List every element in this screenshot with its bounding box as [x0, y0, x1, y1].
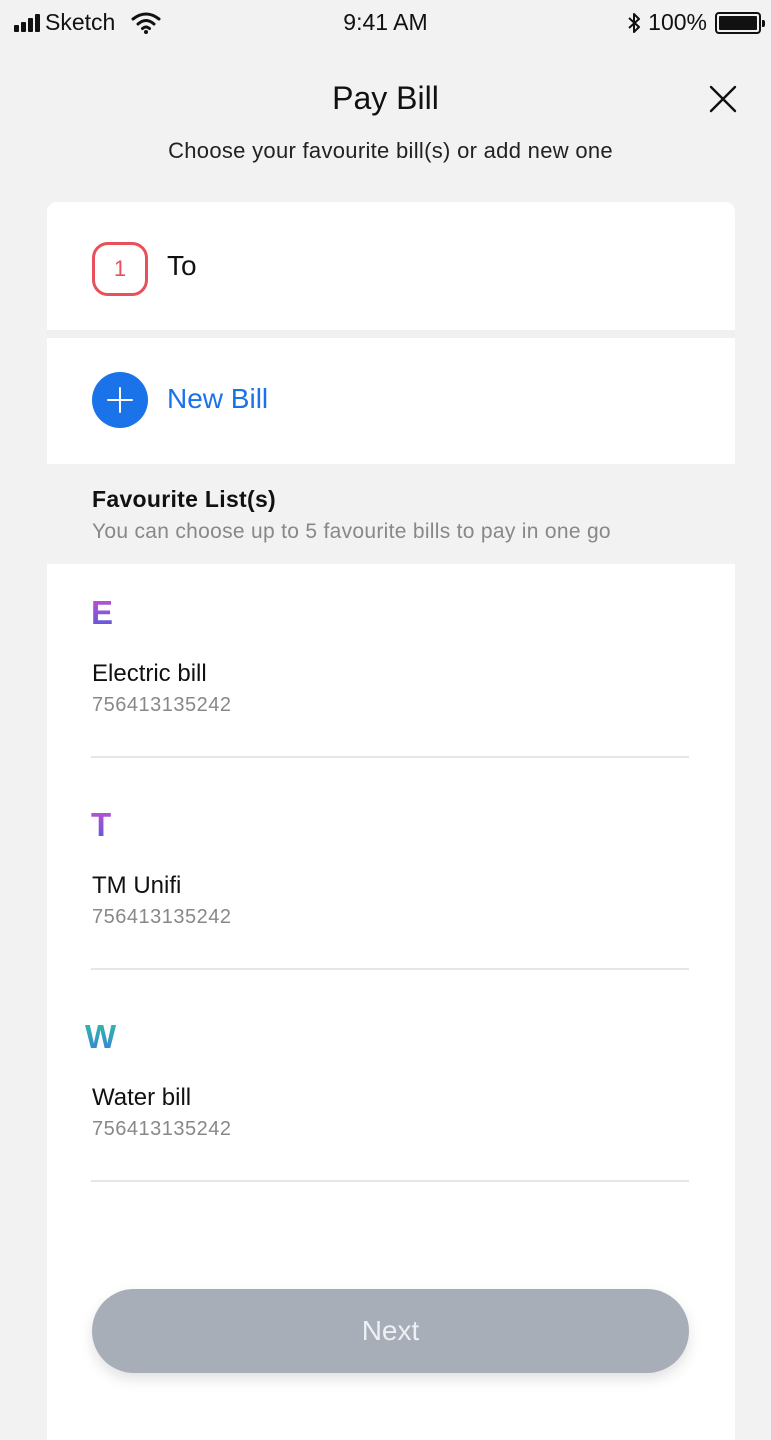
bill-item-electric[interactable]: E Electric bill 756413135242 — [47, 564, 735, 776]
to-label: To — [167, 250, 197, 281]
list-divider — [91, 756, 689, 758]
bill-name: TM Unifi — [92, 872, 182, 899]
plus-icon[interactable] — [92, 372, 148, 428]
page-title: Pay Bill — [332, 80, 439, 116]
favourite-list-title: Favourite List(s) — [92, 486, 277, 512]
bill-letter-icon: E — [91, 594, 114, 631]
list-divider — [91, 968, 689, 970]
favourite-list-subtitle: You can choose up to 5 favourite bills t… — [92, 520, 611, 543]
bill-name: Water bill — [92, 1084, 192, 1111]
bill-name: Electric bill — [92, 660, 207, 687]
new-bill-button[interactable]: New Bill — [47, 338, 735, 464]
section-divider — [47, 330, 735, 338]
close-icon[interactable] — [704, 80, 742, 118]
next-button[interactable]: Next — [92, 1289, 689, 1373]
bill-item-water[interactable]: W Water bill 756413135242 — [47, 988, 735, 1200]
to-section: 1 To — [47, 202, 735, 330]
new-bill-label[interactable]: New Bill — [167, 383, 268, 415]
bill-number: 756413135242 — [92, 1118, 232, 1140]
bill-letter-icon: W — [85, 1018, 117, 1055]
bill-letter-icon: T — [91, 806, 112, 843]
battery-icon — [715, 11, 765, 34]
bill-number: 756413135242 — [92, 906, 232, 928]
status-bar: Sketch 9:41 AM 100% — [0, 0, 771, 46]
bill-card: 1 To New Bill Favourite List(s) You can … — [47, 202, 735, 1440]
bill-number: 756413135242 — [92, 694, 232, 716]
favourite-list-header: Favourite List(s) You can choose up to 5… — [47, 464, 735, 564]
battery-percent: 100% — [648, 9, 707, 35]
bill-item-tm-unifi[interactable]: T TM Unifi 756413135242 — [47, 776, 735, 988]
bluetooth-icon — [628, 12, 641, 33]
list-divider — [91, 1180, 689, 1182]
page-subtitle: Choose your favourite bill(s) or add new… — [168, 138, 613, 163]
status-right: 100% — [626, 9, 765, 36]
step-badge: 1 — [92, 242, 148, 296]
